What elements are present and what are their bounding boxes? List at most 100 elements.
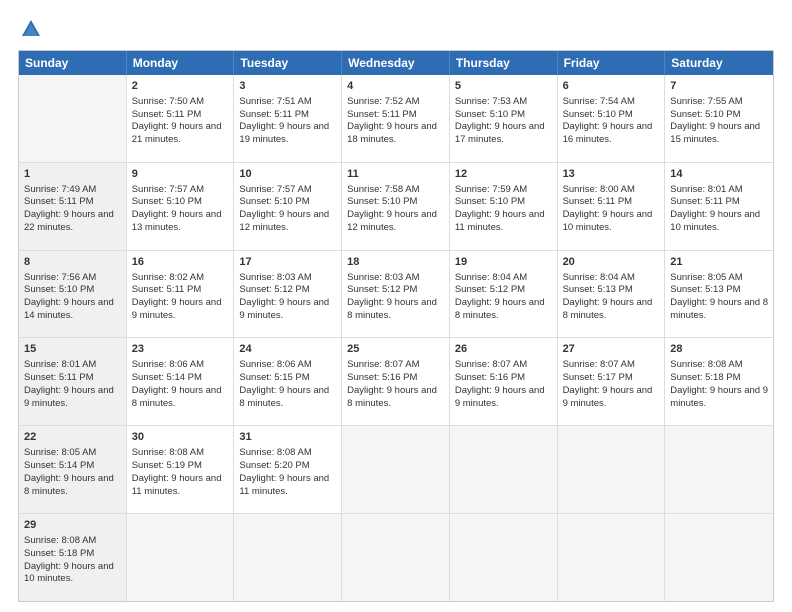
sunrise: Sunrise: 8:03 AM: [239, 272, 311, 283]
sunrise: Sunrise: 7:57 AM: [132, 184, 204, 195]
calendar-header-tuesday: Tuesday: [234, 51, 342, 75]
sunset: Sunset: 5:10 PM: [455, 196, 525, 207]
day-number: 5: [455, 79, 552, 94]
sunrise: Sunrise: 8:08 AM: [24, 535, 96, 546]
sunset: Sunset: 5:14 PM: [132, 372, 202, 383]
day-cell-22: 22Sunrise: 8:05 AMSunset: 5:14 PMDayligh…: [19, 426, 127, 513]
calendar-header-sunday: Sunday: [19, 51, 127, 75]
day-cell-24: 24 Sunrise: 8:06 AM Sunset: 5:15 PM Dayligh…: [234, 338, 342, 425]
sunrise: Sunrise: 7:51 AM: [239, 96, 311, 107]
sunrise: Sunrise: 8:01 AM: [24, 359, 96, 370]
sunrise: Sunrise: 7:55 AM: [670, 96, 742, 107]
daylight-label: Daylight: 9 hours and 14 minutes.: [24, 297, 114, 321]
day-cell-31: 31Sunrise: 8:08 AMSunset: 5:20 PMDayligh…: [234, 426, 342, 513]
day-cell-21: 21Sunrise: 8:05 AMSunset: 5:13 PMDayligh…: [665, 251, 773, 338]
sunset: Sunset: 5:12 PM: [347, 284, 417, 295]
day-number: 26: [455, 342, 552, 357]
day-number: 28: [670, 342, 768, 357]
day-number: 13: [563, 167, 660, 182]
sunset: Sunset: 5:16 PM: [455, 372, 525, 383]
calendar: SundayMondayTuesdayWednesdayThursdayFrid…: [18, 50, 774, 602]
calendar-week-5: 29Sunrise: 8:08 AMSunset: 5:18 PMDayligh…: [19, 514, 773, 601]
sunset: Sunset: 5:11 PM: [239, 109, 309, 120]
daylight-label: Daylight: 9 hours and 8 minutes.: [563, 297, 653, 321]
daylight-label: Daylight: 9 hours and 15 minutes.: [670, 121, 760, 145]
empty-cell: [558, 514, 666, 601]
sunset: Sunset: 5:10 PM: [347, 196, 417, 207]
empty-cell: [558, 426, 666, 513]
day-cell-7: 7 Sunrise: 7:55 AM Sunset: 5:10 PMDaylight…: [665, 75, 773, 162]
day-number: 24: [239, 342, 336, 357]
daylight-label: Daylight: 9 hours and 11 minutes.: [239, 473, 329, 497]
sunset: Sunset: 5:11 PM: [132, 109, 202, 120]
daylight-label: Daylight: 9 hours and 9 minutes.: [670, 385, 768, 409]
sunset: Sunset: 5:17 PM: [563, 372, 633, 383]
day-cell-2: 2Sunrise: 7:50 AMSunset: 5:11 PMDaylight…: [127, 75, 235, 162]
sunset: Sunset: 5:18 PM: [24, 548, 94, 559]
sunrise: Sunrise: 8:07 AM: [347, 359, 419, 370]
sunrise: Sunrise: 7:58 AM: [347, 184, 419, 195]
sunrise: Sunrise: 7:57 AM: [239, 184, 311, 195]
day-cell-20: 20Sunrise: 8:04 AMSunset: 5:13 PMDayligh…: [558, 251, 666, 338]
sunrise: Sunrise: 8:01 AM: [670, 184, 742, 195]
daylight-label: Daylight: 9 hours and 8 minutes.: [132, 385, 222, 409]
day-number: 9: [132, 167, 229, 182]
sunrise: Sunrise: 8:05 AM: [24, 447, 96, 458]
calendar-header-thursday: Thursday: [450, 51, 558, 75]
daylight-label: Daylight: 9 hours and 9 minutes.: [24, 385, 114, 409]
daylight-label: Daylight: 9 hours and 9 minutes.: [563, 385, 653, 409]
day-number: 29: [24, 518, 121, 533]
sunset: Sunset: 5:11 PM: [563, 196, 633, 207]
sunset: Sunset: 5:15 PM: [239, 372, 309, 383]
sunrise: Sunrise: 7:52 AM: [347, 96, 419, 107]
day-cell-25: 25Sunrise: 8:07 AMSunset: 5:16 PMDayligh…: [342, 338, 450, 425]
sunrise: Sunrise: 7:54 AM: [563, 96, 635, 107]
day-cell-4: 4Sunrise: 7:52 AMSunset: 5:11 PMDaylight…: [342, 75, 450, 162]
empty-cell: [19, 75, 127, 162]
daylight-label: Daylight: 9 hours and 18 minutes.: [347, 121, 437, 145]
empty-cell: [450, 514, 558, 601]
day-number: 12: [455, 167, 552, 182]
sunset: Sunset: 5:12 PM: [239, 284, 309, 295]
empty-cell: [234, 514, 342, 601]
sunrise: Sunrise: 8:07 AM: [563, 359, 635, 370]
day-cell-29: 29Sunrise: 8:08 AMSunset: 5:18 PMDayligh…: [19, 514, 127, 601]
daylight-label: Daylight: 9 hours and 22 minutes.: [24, 209, 114, 233]
daylight-label: Daylight: 9 hours and 16 minutes.: [563, 121, 653, 145]
calendar-week-4: 22Sunrise: 8:05 AMSunset: 5:14 PMDayligh…: [19, 426, 773, 514]
day-number: 4: [347, 79, 444, 94]
sunset: Sunset: 5:16 PM: [347, 372, 417, 383]
daylight-label: Daylight: 9 hours and 10 minutes.: [563, 209, 653, 233]
day-cell-5: 5Sunrise: 7:53 AMSunset: 5:10 PMDaylight…: [450, 75, 558, 162]
calendar-body: 2Sunrise: 7:50 AMSunset: 5:11 PMDaylight…: [19, 75, 773, 601]
day-number: 8: [24, 255, 121, 270]
day-number: 22: [24, 430, 121, 445]
day-number: 2: [132, 79, 229, 94]
day-cell-17: 17Sunrise: 8:03 AMSunset: 5:12 PMDayligh…: [234, 251, 342, 338]
empty-cell: [342, 514, 450, 601]
day-number: 7: [670, 79, 768, 94]
empty-cell: [450, 426, 558, 513]
sunset: Sunset: 5:10 PM: [132, 196, 202, 207]
sunset: Sunset: 5:10 PM: [239, 196, 309, 207]
sunrise: Sunrise: 8:06 AM: [239, 359, 311, 370]
day-cell-23: 23Sunrise: 8:06 AMSunset: 5:14 PMDayligh…: [127, 338, 235, 425]
day-number: 6: [563, 79, 660, 94]
day-number: 10: [239, 167, 336, 182]
day-number: 14: [670, 167, 768, 182]
day-cell-15: 15Sunrise: 8:01 AMSunset: 5:11 PMDayligh…: [19, 338, 127, 425]
daylight-label: Daylight: 9 hours and 9 minutes.: [239, 297, 329, 321]
daylight-label: Daylight: 9 hours and 8 minutes.: [239, 385, 329, 409]
day-cell-13: 13Sunrise: 8:00 AMSunset: 5:11 PMDayligh…: [558, 163, 666, 250]
sunset: Sunset: 5:13 PM: [670, 284, 740, 295]
sunset: Sunset: 5:13 PM: [563, 284, 633, 295]
daylight-label: Daylight: 9 hours and 8 minutes.: [670, 297, 768, 321]
sunset: Sunset: 5:10 PM: [670, 109, 740, 120]
daylight-label: Daylight: 9 hours and 12 minutes.: [239, 209, 329, 233]
sunrise: Sunrise: 8:04 AM: [563, 272, 635, 283]
calendar-week-0: 2Sunrise: 7:50 AMSunset: 5:11 PMDaylight…: [19, 75, 773, 163]
day-cell-28: 28Sunrise: 8:08 AMSunset: 5:18 PMDayligh…: [665, 338, 773, 425]
day-number: 30: [132, 430, 229, 445]
day-number: 21: [670, 255, 768, 270]
daylight-label: Daylight: 9 hours and 17 minutes.: [455, 121, 545, 145]
